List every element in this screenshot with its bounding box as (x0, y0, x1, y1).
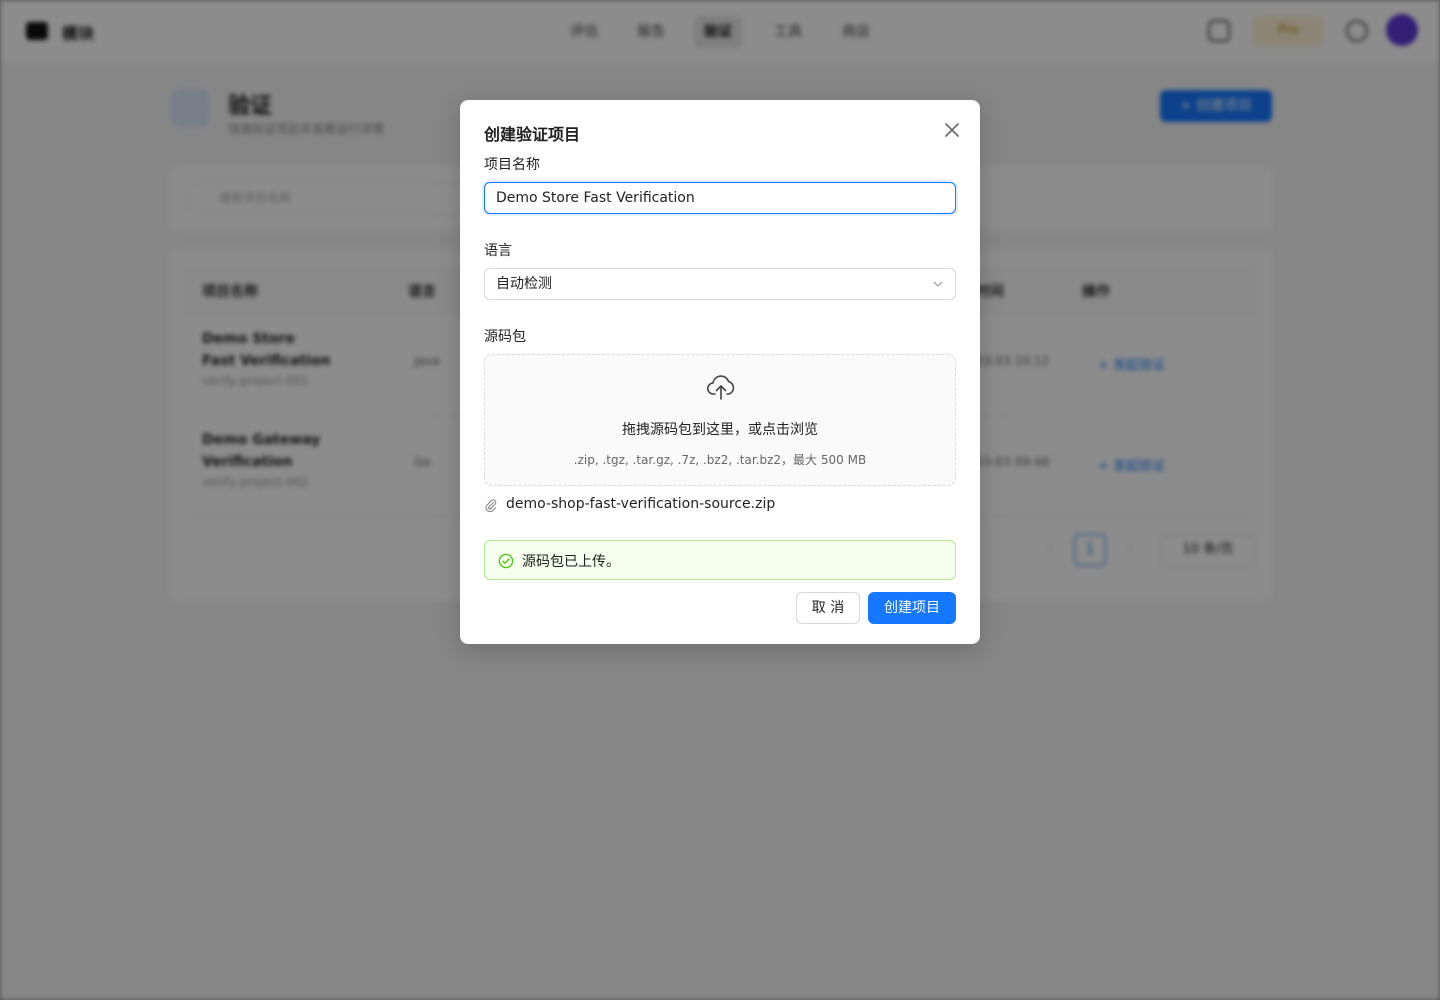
language-label: 语言 (484, 243, 512, 259)
dropzone-instruction: 拖拽源码包到这里，或点击浏览 (622, 422, 818, 438)
chevron-down-icon (933, 281, 943, 287)
uploaded-file-name: demo-shop-fast-verification-source.zip (506, 496, 776, 512)
alert-message: 源码包已上传。 (522, 554, 620, 570)
upload-success-alert: 源码包已上传。 (484, 540, 956, 580)
create-project-button[interactable]: 创建项目 (868, 592, 956, 624)
paperclip-icon (485, 499, 497, 512)
language-selected-value: 自动检测 (496, 276, 552, 292)
dialog-title: 创建验证项目 (484, 125, 581, 144)
source-package-label: 源码包 (484, 329, 526, 345)
uploaded-file-item[interactable]: demo-shop-fast-verification-source.zip (484, 494, 956, 516)
cancel-button[interactable]: 取 消 (796, 592, 860, 624)
dropzone-formats-hint: .zip, .tgz, .tar.gz, .7z, .bz2, .tar.bz2… (573, 453, 867, 467)
close-icon[interactable] (940, 118, 964, 142)
language-select[interactable]: 自动检测 (484, 268, 956, 300)
cloud-upload-icon (706, 375, 735, 400)
project-name-label: 项目名称 (484, 157, 540, 173)
check-circle-icon (498, 553, 514, 569)
source-upload-dropzone[interactable]: 拖拽源码包到这里，或点击浏览 .zip, .tgz, .tar.gz, .7z,… (484, 354, 956, 486)
project-name-input[interactable] (484, 182, 956, 214)
create-project-dialog: 创建验证项目 项目名称 语言 自动检测 源码包 拖拽源码包到这里，或点击浏览 .… (460, 100, 980, 644)
